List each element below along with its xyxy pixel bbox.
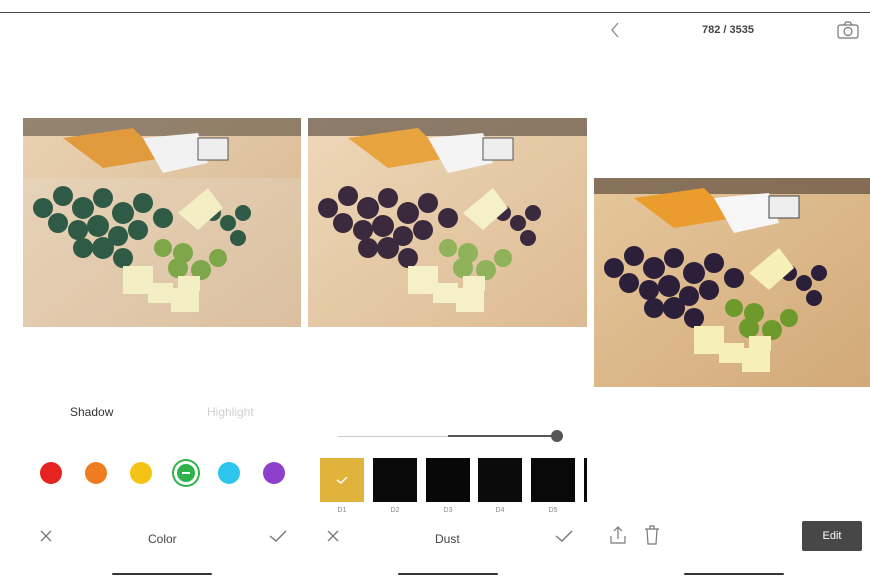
intensity-slider-handle[interactable] (551, 430, 563, 442)
selected-indicator-icon (182, 472, 190, 474)
home-indicator (112, 573, 212, 575)
tab-shadow[interactable]: Shadow (70, 405, 113, 419)
color-swatch-orange[interactable] (85, 462, 107, 484)
share-icon[interactable] (608, 524, 628, 546)
panel-title-dust: Dust (435, 532, 460, 546)
filter-swatch-d1[interactable] (320, 458, 364, 502)
color-swatch-purple[interactable] (263, 462, 285, 484)
tab-highlight[interactable]: Highlight (207, 405, 254, 419)
filter-swatch-d2[interactable] (373, 458, 417, 502)
color-swatch-red[interactable] (40, 462, 62, 484)
filter-swatch-d5[interactable] (531, 458, 575, 502)
trash-icon[interactable] (642, 524, 662, 546)
filter-swatch-partial[interactable] (584, 458, 587, 502)
filter-swatch-d4[interactable] (478, 458, 522, 502)
close-icon[interactable] (38, 528, 54, 544)
check-icon (336, 476, 348, 484)
photo-preview-dust (308, 118, 587, 327)
color-swatch-cyan[interactable] (218, 462, 240, 484)
filter-label: D3 (443, 507, 453, 514)
photo-counter: 782 / 3535 (702, 24, 754, 36)
photo-preview-color (23, 118, 301, 327)
home-indicator (398, 573, 498, 575)
top-divider (0, 12, 870, 13)
home-indicator (684, 573, 784, 575)
camera-icon[interactable] (836, 20, 860, 40)
photo-main (594, 178, 870, 387)
panel-title-color: Color (148, 532, 177, 546)
check-icon[interactable] (268, 528, 288, 544)
filter-label: D4 (495, 507, 505, 514)
edit-button[interactable]: Edit (802, 521, 862, 551)
color-swatch-yellow[interactable] (130, 462, 152, 484)
intensity-slider-fill (448, 435, 558, 437)
close-icon[interactable] (325, 528, 341, 544)
color-swatch-green[interactable] (174, 461, 198, 485)
filter-label: D1 (337, 507, 347, 514)
filter-swatch-d3[interactable] (426, 458, 470, 502)
filter-label: D2 (390, 507, 400, 514)
filter-label: D5 (548, 507, 558, 514)
check-icon[interactable] (554, 528, 574, 544)
chevron-left-icon[interactable] (608, 20, 622, 40)
